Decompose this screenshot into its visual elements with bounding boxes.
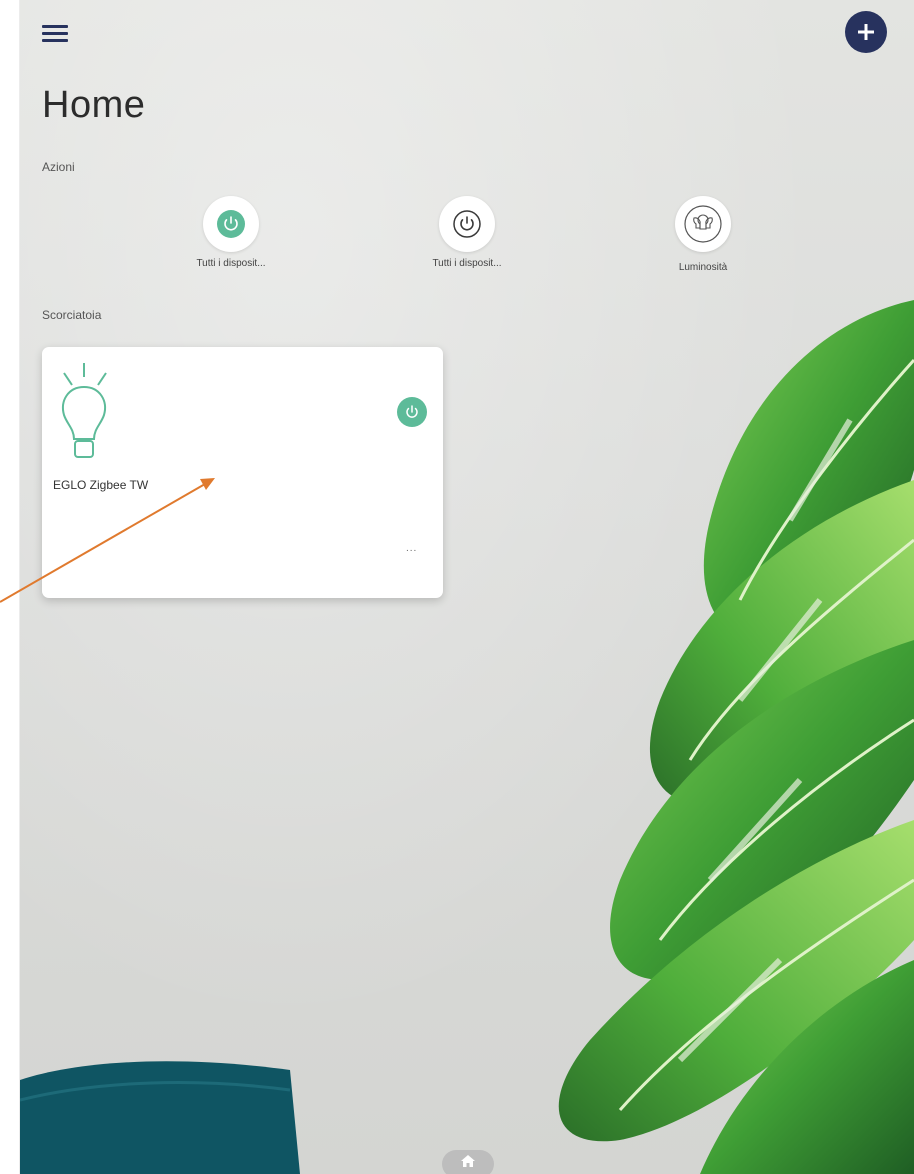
action-all-devices-off[interactable]: Tutti i disposit... (422, 196, 512, 269)
device-name: EGLO Zigbee TW (53, 478, 149, 492)
device-card[interactable]: EGLO Zigbee TW ... (42, 347, 443, 598)
action-all-devices-on[interactable]: Tutti i disposit... (186, 196, 276, 269)
hamburger-icon-line (42, 32, 68, 35)
hamburger-icon-line (42, 25, 68, 28)
home-icon (461, 1155, 475, 1167)
action-brightness[interactable]: Luminosità (658, 196, 748, 273)
page-title: Home (42, 84, 146, 126)
more-options-button[interactable]: ... (406, 543, 417, 554)
actions-section-label: Azioni (42, 160, 75, 174)
device-power-button[interactable] (397, 397, 427, 427)
power-icon (406, 405, 418, 418)
action-icon-circle (439, 196, 495, 252)
power-icon (453, 210, 481, 238)
home-screen: Home Azioni Tutti i disposit... Tutti i … (20, 0, 914, 1174)
action-label: Luminosità (678, 262, 728, 273)
action-label: Tutti i disposit... (196, 258, 266, 269)
action-icon-circle (203, 196, 259, 252)
add-button[interactable] (845, 11, 887, 53)
bulb-icon (62, 363, 107, 458)
power-icon (217, 210, 245, 238)
action-label: Tutti i disposit... (432, 258, 502, 269)
plus-icon (858, 24, 874, 40)
sofa-background-image (20, 1061, 300, 1174)
hamburger-icon-line (42, 39, 68, 42)
bulbs-icon (684, 205, 722, 243)
shortcuts-section-label: Scorciatoia (42, 308, 102, 322)
action-icon-circle (675, 196, 731, 252)
menu-button[interactable] (42, 22, 68, 44)
home-tab-button[interactable] (442, 1150, 494, 1174)
